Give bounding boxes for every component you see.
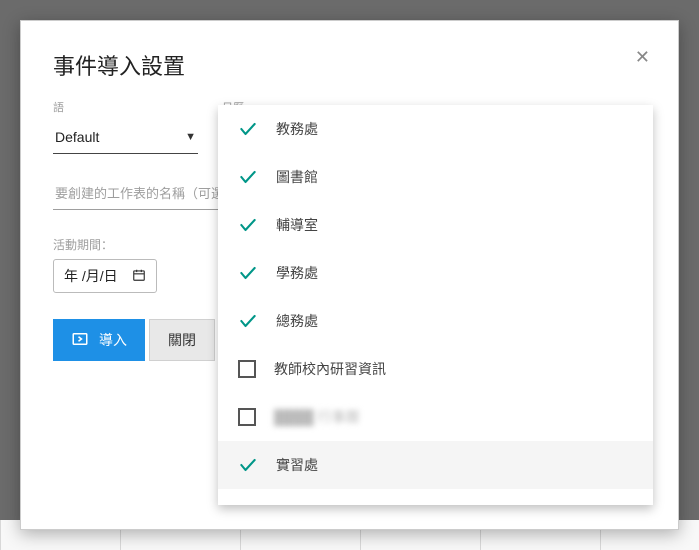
option-label: 學務處 [276,263,318,283]
option-label: 教務處 [276,119,318,139]
calendar-option[interactable]: 學務處 [218,249,653,297]
check-icon [238,263,258,283]
import-settings-dialog: 事件導入設置 ✕ 語 Default ▼ 日曆 ▼ 教務處圖書館輔導室學務處總務… [20,20,679,530]
calendar-option[interactable]: 圖書館 [218,153,653,201]
check-icon [238,167,258,187]
check-icon [238,215,258,235]
calendar-option[interactable]: 總務處 [218,297,653,345]
dialog-title: 事件導入設置 [53,49,646,81]
calendar-option[interactable]: ████ 行事曆 [218,393,653,441]
calendar-option[interactable]: 教師校內研習資訊 [218,345,653,393]
calendar-icon [132,268,146,285]
dropdown-scroll[interactable]: 教務處圖書館輔導室學務處總務處教師校內研習資訊 ████ 行事曆實習處 [218,105,653,505]
option-label: 實習處 [276,455,318,475]
option-label: 圖書館 [276,167,318,187]
language-select[interactable]: Default ▼ [53,123,198,154]
close-button-label: 關閉 [168,330,196,350]
chevron-down-icon: ▼ [185,131,196,143]
calendar-option[interactable]: 教務處 [218,105,653,153]
option-label: 輔導室 [276,215,318,235]
option-label: 教師校內研習資訊 [274,359,386,379]
check-icon [238,455,258,475]
check-icon [238,119,258,139]
option-label: 總務處 [276,311,318,331]
date-picker[interactable]: 年 /月/日 [53,259,157,293]
language-field: 語 Default ▼ [53,99,198,154]
close-button[interactable]: 關閉 [149,319,215,361]
option-label: ████ 行事曆 [274,407,360,427]
date-value: 年 /月/日 [64,266,118,286]
import-icon [71,330,89,351]
language-value: Default [55,129,99,145]
calendar-dropdown: 教務處圖書館輔導室學務處總務處教師校內研習資訊 ████ 行事曆實習處 [218,105,653,505]
calendar-field: 日曆 ▼ 教務處圖書館輔導室學務處總務處教師校內研習資訊████ 行事曆實習處 [222,99,646,154]
import-button-label: 導入 [99,330,127,350]
period-label: 活動期間： [53,236,113,253]
check-icon [238,311,258,331]
calendar-option[interactable]: 輔導室 [218,201,653,249]
language-label: 語 [53,99,198,115]
calendar-option[interactable]: 實習處 [218,441,653,489]
import-button[interactable]: 導入 [53,319,145,361]
checkbox-empty-icon [238,360,256,378]
close-icon[interactable]: ✕ [635,47,650,68]
checkbox-empty-icon [238,408,256,426]
